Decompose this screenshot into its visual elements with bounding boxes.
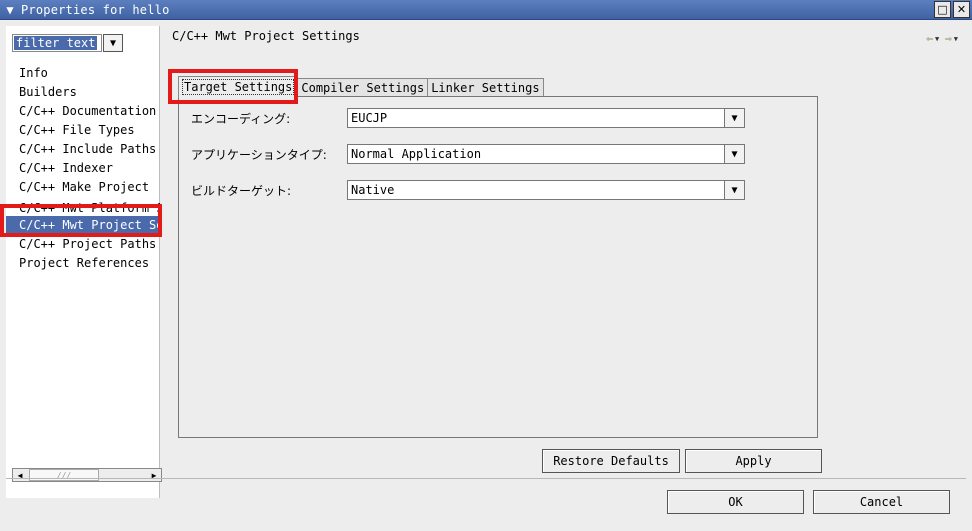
page-title: C/C++ Mwt Project Settings	[172, 29, 360, 43]
build-target-row: ビルドターゲット: Native ▼	[191, 180, 745, 200]
nav-item-project-references[interactable]: Project References	[6, 254, 160, 273]
forward-arrow-icon: ⇨	[945, 32, 952, 45]
restore-defaults-button[interactable]: Restore Defaults	[542, 449, 680, 473]
maximize-button[interactable]: □	[934, 1, 951, 18]
nav-item-builders[interactable]: Builders	[6, 83, 160, 102]
back-button[interactable]: ⇦ ▼	[926, 32, 939, 45]
app-type-value: Normal Application	[351, 147, 482, 161]
ok-button[interactable]: OK	[667, 490, 804, 514]
chevron-down-icon[interactable]: ▼	[724, 181, 744, 199]
tab-target-settings[interactable]: Target Settings	[178, 76, 299, 98]
filter-row: filter text ▼	[12, 34, 123, 52]
scroll-right-icon[interactable]: ▶	[147, 469, 161, 481]
settings-pane: C/C++ Mwt Project Settings ⇦ ▼ ⇨ ▼ Targe…	[160, 20, 972, 473]
scroll-thumb[interactable]: ///	[29, 469, 99, 481]
nav-item-cpp-make-project[interactable]: C/C++ Make Project	[6, 178, 160, 197]
scroll-left-icon[interactable]: ◀	[13, 469, 27, 481]
back-arrow-icon: ⇦	[926, 32, 933, 45]
history-navigation: ⇦ ▼ ⇨ ▼	[926, 32, 958, 45]
category-pane: filter text ▼ Info Builders C/C++ Docume…	[6, 26, 162, 498]
close-button[interactable]: ✕	[953, 1, 970, 18]
target-settings-panel: エンコーディング: EUCJP ▼ アプリケーションタイプ: Normal Ap…	[178, 96, 818, 438]
nav-item-cpp-indexer[interactable]: C/C++ Indexer	[6, 159, 160, 178]
footer-divider	[6, 478, 966, 479]
scroll-track[interactable]: ///	[27, 469, 147, 481]
forward-dropdown-icon: ▼	[953, 34, 958, 43]
apply-button[interactable]: Apply	[685, 449, 822, 473]
back-dropdown-icon: ▼	[934, 34, 940, 43]
nav-item-cpp-file-types[interactable]: C/C++ File Types	[6, 121, 160, 140]
tab-compiler-settings[interactable]: Compiler Settings	[297, 78, 429, 98]
build-target-combo[interactable]: Native ▼	[347, 180, 745, 200]
filter-input[interactable]: filter text	[12, 34, 102, 52]
title-bar: ▼ Properties for hello □ ✕	[0, 0, 972, 20]
nav-item-info[interactable]: Info	[6, 64, 160, 83]
cancel-button[interactable]: Cancel	[813, 490, 950, 514]
category-horizontal-scrollbar[interactable]: ◀ /// ▶	[12, 468, 162, 482]
category-tree: Info Builders C/C++ Documentation C/C++ …	[6, 64, 160, 273]
tab-linker-settings[interactable]: Linker Settings	[427, 78, 544, 98]
app-type-label: アプリケーションタイプ:	[191, 147, 327, 162]
nav-item-cpp-project-paths[interactable]: C/C++ Project Paths	[6, 235, 160, 254]
encoding-label: エンコーディング:	[191, 111, 291, 126]
encoding-row: エンコーディング: EUCJP ▼	[191, 108, 745, 128]
chevron-down-icon[interactable]: ▼	[724, 145, 744, 163]
nav-item-cpp-documentation[interactable]: C/C++ Documentation	[6, 102, 160, 121]
window-title: Properties for hello	[21, 2, 170, 17]
nav-item-cpp-include-paths[interactable]: C/C++ Include Paths	[6, 140, 160, 159]
encoding-value: EUCJP	[351, 111, 388, 125]
tab-target-settings-label: Target Settings	[182, 79, 295, 95]
build-target-label: ビルドターゲット:	[191, 183, 292, 198]
settings-tabs: Target Settings Compiler Settings Linker…	[178, 76, 544, 98]
app-type-combo[interactable]: Normal Application ▼	[347, 144, 745, 164]
encoding-combo[interactable]: EUCJP ▼	[347, 108, 745, 128]
filter-text: filter text	[14, 36, 98, 50]
filter-dropdown-button[interactable]: ▼	[103, 34, 123, 52]
nav-item-cpp-mwt-platform[interactable]: C/C++ Mwt Platform S	[6, 197, 160, 216]
window-menu-icon[interactable]: ▼	[1, 1, 19, 19]
forward-button[interactable]: ⇨ ▼	[945, 32, 958, 45]
dialog-body: filter text ▼ Info Builders C/C++ Docume…	[0, 20, 972, 531]
app-type-row: アプリケーションタイプ: Normal Application ▼	[191, 144, 745, 164]
window-controls: □ ✕	[934, 1, 970, 18]
nav-item-cpp-mwt-project-settings[interactable]: C/C++ Mwt Project Se	[6, 216, 160, 235]
chevron-down-icon[interactable]: ▼	[724, 109, 744, 127]
build-target-value: Native	[351, 183, 395, 197]
